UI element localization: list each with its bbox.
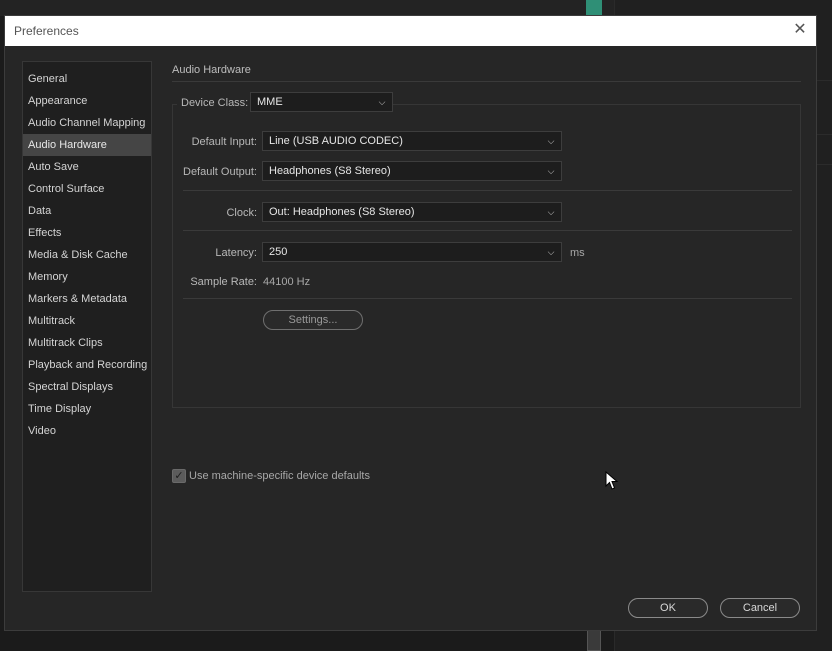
clock-dropdown[interactable]: Out: Headphones (S8 Stereo) ⌵ [262, 202, 562, 222]
chevron-down-icon: ⌵ [378, 97, 386, 107]
sidebar-item-multitrack-clips[interactable]: Multitrack Clips [23, 332, 151, 354]
machine-defaults-checkbox[interactable]: ✓ [172, 469, 186, 483]
chevron-down-icon: ⌵ [547, 247, 555, 257]
dialog-title: Preferences [14, 24, 79, 38]
sample-rate-value: 44100 Hz [263, 276, 311, 288]
sidebar-item-effects[interactable]: Effects [23, 222, 151, 244]
dialog-titlebar: Preferences ✕ [5, 16, 816, 46]
settings-button[interactable]: Settings... [263, 310, 363, 330]
machine-defaults-label: Use machine-specific device defaults [189, 470, 370, 482]
chevron-down-icon: ⌵ [547, 136, 555, 146]
background-accent-bar [586, 0, 602, 16]
section-divider [172, 81, 801, 82]
default-input-label: Default Input: [191, 136, 257, 148]
clock-value: Out: Headphones (S8 Stereo) [269, 206, 415, 218]
chevron-down-icon: ⌵ [547, 207, 555, 217]
device-class-value: MME [257, 96, 283, 108]
checkmark-icon: ✓ [174, 470, 184, 482]
preferences-sidebar: General Appearance Audio Channel Mapping… [22, 61, 152, 592]
default-output-label: Default Output: [183, 166, 257, 178]
sidebar-item-playback-recording[interactable]: Playback and Recording [23, 354, 151, 376]
default-output-value: Headphones (S8 Stereo) [269, 165, 391, 177]
close-icon[interactable]: ✕ [790, 20, 810, 40]
sidebar-item-multitrack[interactable]: Multitrack [23, 310, 151, 332]
chevron-down-icon: ⌵ [547, 166, 555, 176]
ok-button[interactable]: OK [628, 598, 708, 618]
sidebar-item-markers-metadata[interactable]: Markers & Metadata [23, 288, 151, 310]
divider [183, 230, 792, 231]
sidebar-item-media-disk-cache[interactable]: Media & Disk Cache [23, 244, 151, 266]
sidebar-item-general[interactable]: General [23, 68, 151, 90]
sidebar-item-time-display[interactable]: Time Display [23, 398, 151, 420]
default-input-value: Line (USB AUDIO CODEC) [269, 135, 403, 147]
sample-rate-label: Sample Rate: [190, 276, 257, 288]
sidebar-item-appearance[interactable]: Appearance [23, 90, 151, 112]
device-class-dropdown[interactable]: MME ⌵ [250, 92, 393, 112]
section-title: Audio Hardware [172, 64, 251, 76]
default-input-dropdown[interactable]: Line (USB AUDIO CODEC) ⌵ [262, 131, 562, 151]
default-output-dropdown[interactable]: Headphones (S8 Stereo) ⌵ [262, 161, 562, 181]
sidebar-item-spectral-displays[interactable]: Spectral Displays [23, 376, 151, 398]
sidebar-item-audio-channel-mapping[interactable]: Audio Channel Mapping [23, 112, 151, 134]
sidebar-item-video[interactable]: Video [23, 420, 151, 442]
clock-label: Clock: [226, 207, 257, 219]
latency-label: Latency: [215, 247, 257, 259]
latency-dropdown[interactable]: 250 ⌵ [262, 242, 562, 262]
latency-unit: ms [570, 247, 585, 259]
divider [183, 298, 792, 299]
sidebar-item-data[interactable]: Data [23, 200, 151, 222]
cancel-button[interactable]: Cancel [720, 598, 800, 618]
latency-value: 250 [269, 246, 288, 258]
sidebar-item-control-surface[interactable]: Control Surface [23, 178, 151, 200]
sidebar-item-memory[interactable]: Memory [23, 266, 151, 288]
device-class-label: Device Class: [181, 97, 249, 109]
sidebar-item-audio-hardware[interactable]: Audio Hardware [23, 134, 151, 156]
divider [183, 190, 792, 191]
preferences-dialog: Preferences ✕ General Appearance Audio C… [4, 15, 817, 631]
mouse-pointer-icon [605, 471, 619, 490]
sidebar-item-auto-save[interactable]: Auto Save [23, 156, 151, 178]
background-scroll-handle [587, 628, 601, 651]
